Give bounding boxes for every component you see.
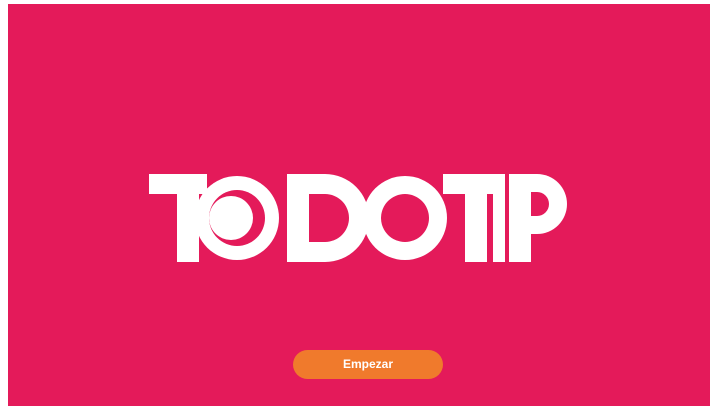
todotip-logo bbox=[149, 162, 575, 272]
todotip-logo-graphic bbox=[149, 174, 567, 262]
splash-screen: Empezar bbox=[8, 4, 710, 406]
start-button[interactable]: Empezar bbox=[293, 350, 443, 379]
